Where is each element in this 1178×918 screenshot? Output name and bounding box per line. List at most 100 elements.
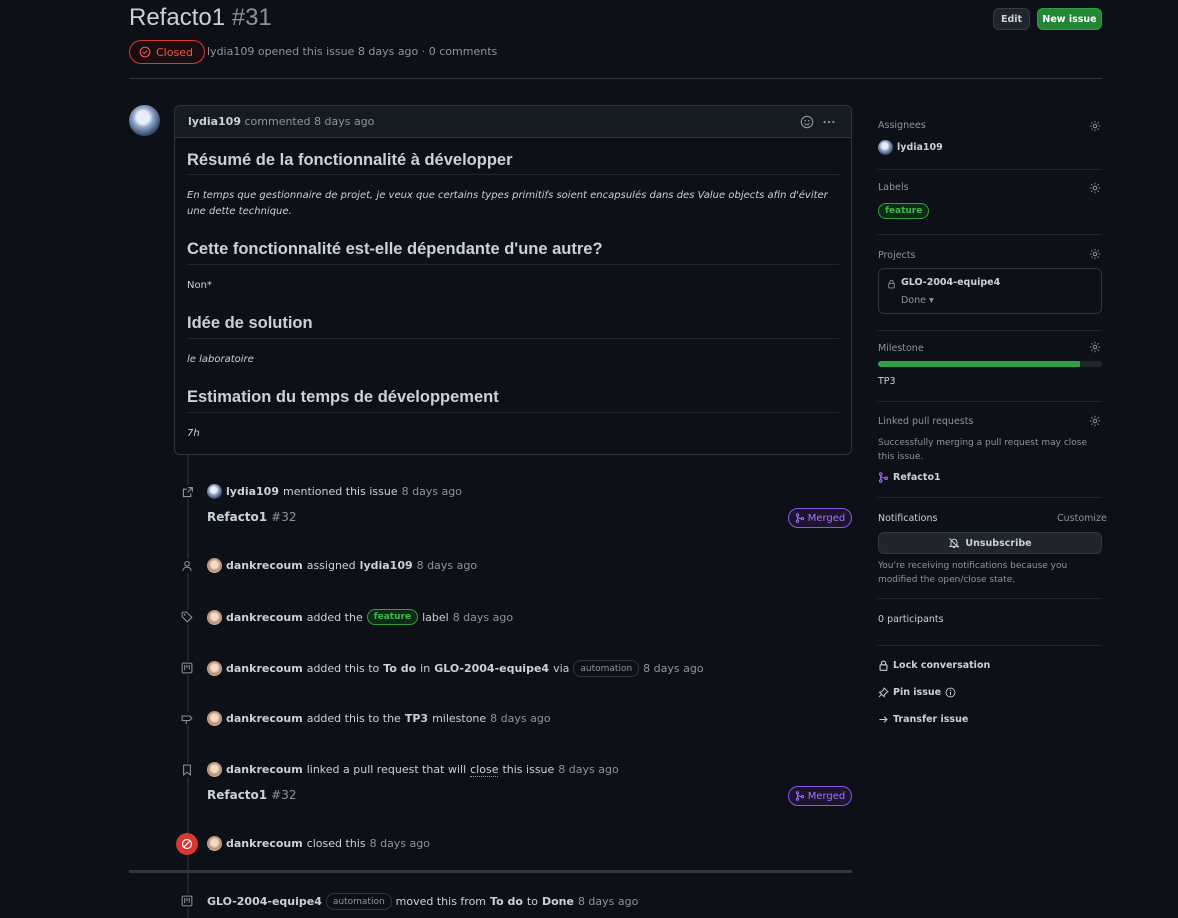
milestone-progress-bar <box>878 361 1102 367</box>
label-feature[interactable]: feature <box>366 609 419 625</box>
comment-meta: commented 8 days ago <box>244 115 375 128</box>
gear-icon[interactable] <box>1089 248 1101 260</box>
column-to: Done <box>541 895 574 908</box>
section-heading: Résumé de la fonctionnalité à développer <box>187 151 513 169</box>
assignee-item[interactable]: lydia109 <box>878 140 943 155</box>
event-time[interactable]: 8 days ago <box>558 763 618 776</box>
notifications-description: You're receiving notifications because y… <box>878 561 1068 585</box>
merged-badge-label: Merged <box>807 512 846 524</box>
customize-link[interactable]: Customize <box>1057 513 1107 524</box>
heading-divider <box>187 174 839 175</box>
issue-number: #31 <box>231 4 272 31</box>
linked-pr-item[interactable]: Refacto1 <box>878 472 941 483</box>
gear-icon[interactable] <box>1089 182 1101 194</box>
event-time[interactable]: 8 days ago <box>453 611 513 624</box>
project-link[interactable]: GLO-2004-equipe4 <box>434 662 549 675</box>
avatar[interactable] <box>207 661 222 676</box>
gear-icon[interactable] <box>1089 120 1101 132</box>
heading-divider <box>187 412 839 413</box>
sidebar-divider <box>878 330 1102 331</box>
event-time[interactable]: 8 days ago <box>370 837 430 850</box>
event-time[interactable]: 8 days ago <box>490 712 550 725</box>
projects-label: Projects <box>878 250 916 261</box>
tag-icon <box>180 610 194 624</box>
unsubscribe-button[interactable]: Unsubscribe <box>878 532 1102 554</box>
project-status-dropdown[interactable]: Done ▾ <box>901 295 934 306</box>
person-icon <box>180 559 194 573</box>
avatar[interactable] <box>207 836 222 851</box>
column-from: To do <box>490 895 523 908</box>
milestone-name[interactable]: TP3 <box>878 376 896 387</box>
avatar[interactable] <box>878 140 893 155</box>
status-badge-label: Closed <box>156 45 193 59</box>
triangle-down-icon: ▾ <box>929 295 934 306</box>
automation-badge: automation <box>573 660 640 677</box>
sidebar-divider <box>878 169 1102 170</box>
event-text: to <box>526 895 538 908</box>
avatar[interactable] <box>207 484 222 499</box>
automation-badge: automation <box>325 893 392 910</box>
edit-button[interactable]: Edit <box>993 8 1030 30</box>
assignee-name[interactable]: lydia109 <box>897 142 943 153</box>
avatar[interactable] <box>207 762 222 777</box>
event-text: added this to <box>306 662 380 675</box>
pr-title-link[interactable]: Refacto1 <box>207 788 267 802</box>
project-name[interactable]: GLO-2004-equipe4 <box>901 277 1000 288</box>
smiley-icon[interactable] <box>800 115 814 129</box>
lock-icon <box>888 279 895 289</box>
heading-divider <box>187 264 839 265</box>
event-time[interactable]: 8 days ago <box>402 485 462 498</box>
issue-meta: lydia109 opened this issue 8 days ago · … <box>207 45 497 58</box>
avatar[interactable] <box>207 711 222 726</box>
event-time[interactable]: 8 days ago <box>417 559 477 572</box>
notifications-label: Notifications <box>878 513 938 524</box>
close-keyword: close <box>470 762 499 777</box>
git-merge-icon <box>795 791 804 801</box>
gear-icon[interactable] <box>1089 415 1101 427</box>
pr-number: #32 <box>271 510 297 524</box>
pin-issue-button[interactable]: Pin issue <box>878 687 956 698</box>
transfer-issue-button[interactable]: Transfer issue <box>878 714 968 725</box>
event-user-link[interactable]: dankrecoum <box>226 611 303 624</box>
event-user-link[interactable]: dankrecoum <box>226 763 303 776</box>
event-time[interactable]: 8 days ago <box>643 662 703 675</box>
new-issue-button[interactable]: New issue <box>1037 8 1102 30</box>
git-merge-icon <box>878 472 889 483</box>
issue-author-link[interactable]: lydia109 <box>207 45 254 58</box>
kebab-horizontal-icon[interactable] <box>822 115 836 129</box>
event-user-link[interactable]: dankrecoum <box>226 837 303 850</box>
avatar[interactable] <box>207 558 222 573</box>
status-badge: Closed <box>129 40 205 64</box>
comment-box: lydia109 commented 8 days ago Résumé de … <box>174 105 852 455</box>
project-column: To do <box>383 662 417 675</box>
heading-divider <box>187 338 839 339</box>
section-body: En temps que gestionnaire de projet, je … <box>187 190 828 217</box>
project-link[interactable]: GLO-2004-equipe4 <box>207 895 322 908</box>
linked-prs-description: Successfully merging a pull request may … <box>878 438 1088 462</box>
gear-icon[interactable] <box>1089 341 1101 353</box>
event-user-link[interactable]: dankrecoum <box>226 559 303 572</box>
avatar[interactable] <box>129 105 160 136</box>
pin-icon <box>878 687 889 698</box>
linked-pr-title[interactable]: Refacto1 <box>893 472 941 483</box>
avatar[interactable] <box>207 609 222 625</box>
pr-title-link[interactable]: Refacto1 <box>207 510 267 524</box>
event-time[interactable]: 8 days ago <box>578 895 638 908</box>
project-card[interactable]: GLO-2004-equipe4 Done ▾ <box>878 268 1102 314</box>
event-text: via <box>553 662 570 675</box>
milestone-link[interactable]: TP3 <box>405 712 428 725</box>
sidebar-divider <box>878 401 1102 402</box>
event-text: linked a pull request that will <box>306 763 467 776</box>
info-icon[interactable] <box>945 687 956 698</box>
project-icon <box>180 894 194 908</box>
event-user-link[interactable]: lydia109 <box>226 485 279 498</box>
event-user-link[interactable]: dankrecoum <box>226 712 303 725</box>
comment-author-link[interactable]: lydia109 <box>188 115 241 128</box>
event-user-link[interactable]: dankrecoum <box>226 662 303 675</box>
sidebar-divider <box>878 234 1102 235</box>
issue-title: Refacto1 #31 <box>129 4 272 32</box>
unsubscribe-label: Unsubscribe <box>965 537 1032 549</box>
label-feature[interactable]: feature <box>878 203 930 219</box>
lock-conversation-button[interactable]: Lock conversation <box>878 660 990 671</box>
assignee-link[interactable]: lydia109 <box>360 559 413 572</box>
